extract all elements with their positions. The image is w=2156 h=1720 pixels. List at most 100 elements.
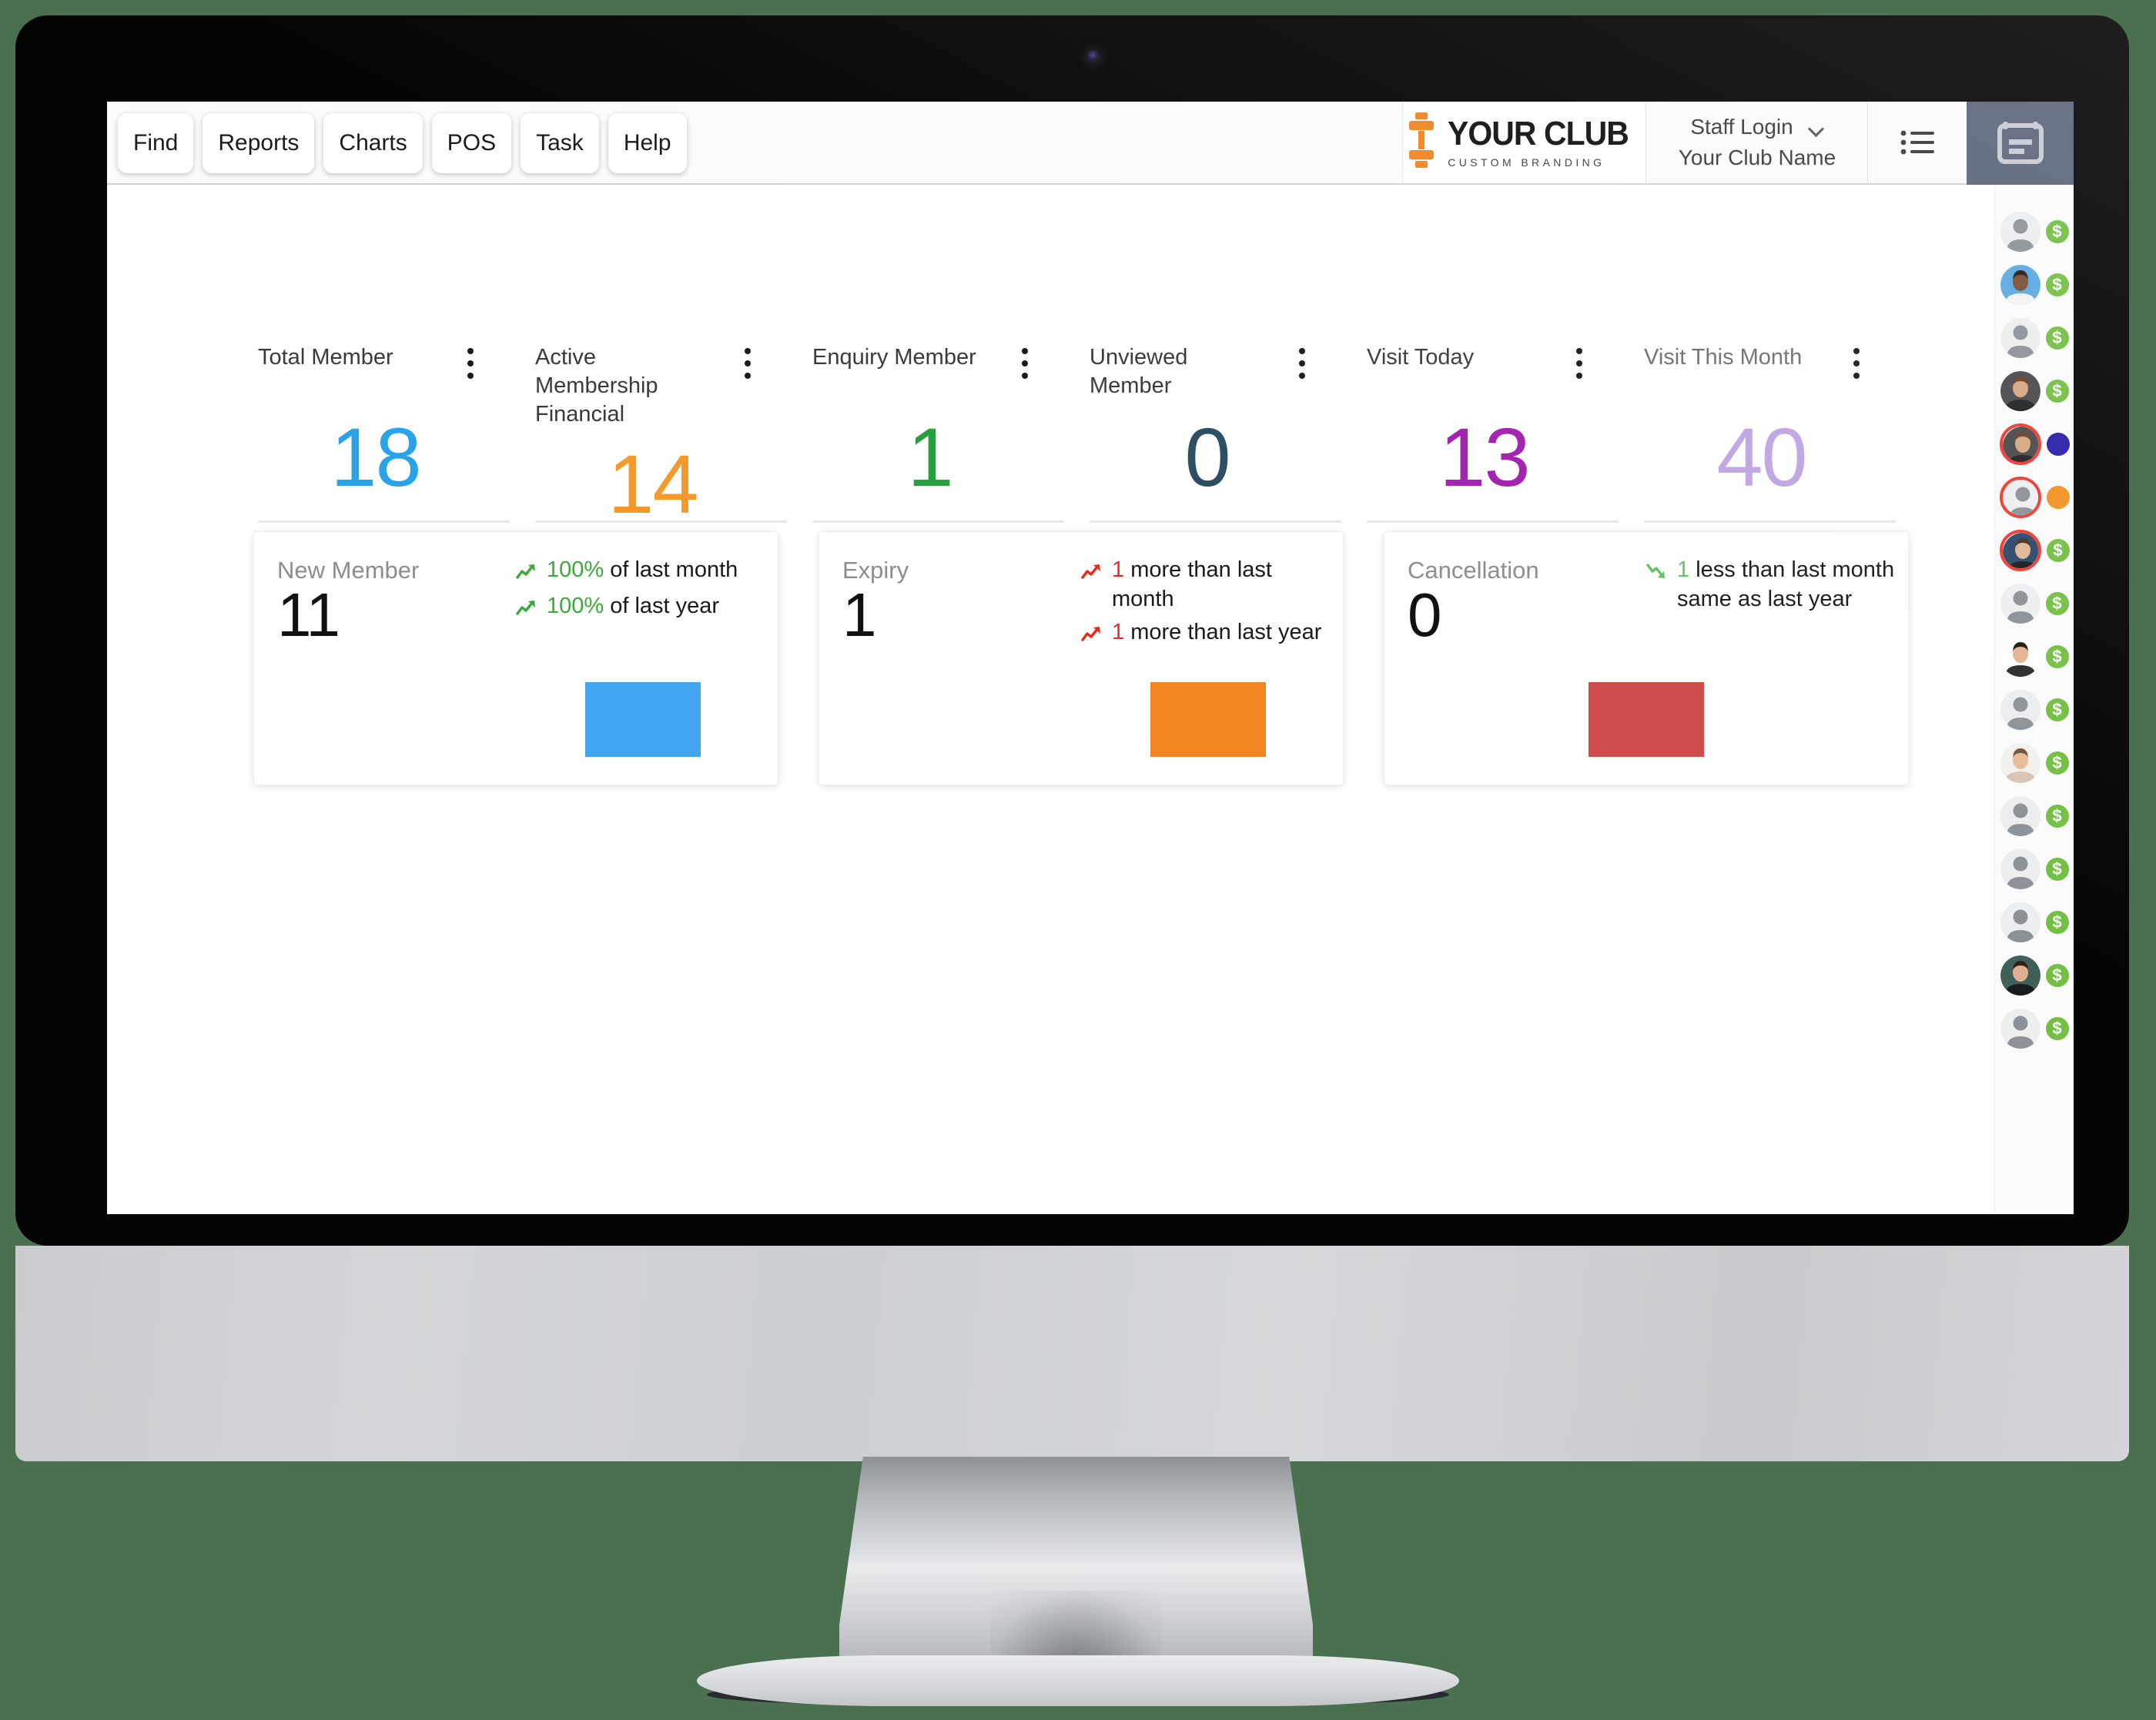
top-navigation-bar: Find Reports Charts POS Task Help YOUR CLUB C… xyxy=(107,102,2074,186)
dollar-badge-icon: $ xyxy=(2045,804,2069,828)
rail-member-item[interactable]: $ xyxy=(1995,683,2074,736)
avatar xyxy=(2000,742,2040,783)
metric-card-swatch xyxy=(1589,682,1704,757)
kpi-divider xyxy=(1090,520,1341,523)
kebab-menu-icon[interactable] xyxy=(1022,348,1028,385)
metric-card[interactable]: Expiry 1 1 more than last month 1 more than… xyxy=(819,531,1344,785)
nav-button-charts[interactable]: Charts xyxy=(323,113,423,173)
avatar xyxy=(2000,636,2040,677)
avatar xyxy=(2000,211,2040,252)
trend-number: 100% xyxy=(547,594,604,619)
trend-down-icon xyxy=(1646,559,1668,588)
badge-label: $ xyxy=(2052,221,2062,241)
avatar xyxy=(2000,370,2040,411)
metric-card-value: 0 xyxy=(1408,581,1441,649)
kpi-divider xyxy=(812,520,1064,523)
trend-text: 1 less than last month same as last year xyxy=(1677,555,1900,614)
nav-button-help[interactable]: Help xyxy=(608,113,687,173)
trend-line: 1 less than last month same as last year xyxy=(1646,555,1900,614)
status-dot-icon xyxy=(2046,485,2070,509)
trend-description: more than last year xyxy=(1124,619,1322,644)
calendar-icon xyxy=(1997,119,2044,169)
rail-member-item[interactable] xyxy=(1995,470,2074,524)
rail-member-item[interactable]: $ xyxy=(1995,364,2074,417)
trend-up-icon xyxy=(516,559,537,588)
avatar xyxy=(2000,955,2040,996)
trend-description: of last month xyxy=(604,557,738,582)
avatar xyxy=(1999,476,2041,518)
trend-line: 1 more than last month xyxy=(1081,555,1335,614)
avatar xyxy=(2000,848,2040,889)
avatar xyxy=(1999,423,2041,465)
trend-up-icon xyxy=(516,595,537,624)
rail-member-item[interactable] xyxy=(1995,417,2074,470)
rail-member-item[interactable]: $ xyxy=(1995,311,2074,364)
kebab-menu-icon[interactable] xyxy=(1576,348,1582,385)
kebab-menu-icon[interactable] xyxy=(1853,348,1860,385)
metric-card-value: 11 xyxy=(277,581,340,649)
dollar-badge-icon: $ xyxy=(2045,219,2069,243)
rail-member-item[interactable]: $ xyxy=(1995,630,2074,683)
kebab-menu-icon[interactable] xyxy=(467,348,474,385)
logo-title: YOUR CLUB xyxy=(1448,114,1629,152)
member-activity-rail[interactable]: $ $ $ $ $ $ $ $ $ $ $ $ $ $ xyxy=(1994,185,2074,1214)
rail-member-item[interactable]: $ xyxy=(1995,895,2074,949)
kpi-label: Total Member xyxy=(258,345,393,370)
nav-button-find[interactable]: Find xyxy=(118,113,194,173)
nav-button-task[interactable]: Task xyxy=(521,113,599,173)
rail-member-item[interactable]: $ xyxy=(1995,577,2074,630)
rail-member-item[interactable]: $ xyxy=(1995,524,2074,577)
rail-member-item[interactable]: $ xyxy=(1995,736,2074,789)
trend-line: 100% of last month xyxy=(516,555,770,588)
dollar-badge-icon: $ xyxy=(2045,963,2069,987)
list-menu-button[interactable] xyxy=(1868,102,1967,183)
rail-member-item[interactable]: $ xyxy=(1995,205,2074,258)
kpi-label: Unviewed Member xyxy=(1090,345,1188,399)
trend-description: less than last month same as last year xyxy=(1677,557,1895,612)
metric-card[interactable]: Cancellation 0 1 less than last month same… xyxy=(1384,531,1909,785)
kpi-value: 18 xyxy=(330,410,421,504)
kpi-divider xyxy=(1644,520,1896,523)
rail-member-item[interactable]: $ xyxy=(1995,1002,2074,1055)
dollar-badge-icon: $ xyxy=(2045,751,2069,775)
badge-label: $ xyxy=(2053,540,2063,560)
dollar-badge-icon: $ xyxy=(2045,379,2069,403)
trend-up-icon xyxy=(1081,621,1103,651)
monitor-stand-base xyxy=(697,1655,1459,1706)
badge-label: $ xyxy=(2052,805,2062,825)
kpi-card: Visit Today 13 xyxy=(1367,343,1644,526)
trend-line: 100% of last year xyxy=(516,591,770,624)
avatar xyxy=(2000,689,2040,730)
badge-label: $ xyxy=(2052,912,2062,932)
badge-label: $ xyxy=(2052,646,2062,666)
rail-member-item[interactable]: $ xyxy=(1995,789,2074,842)
nav-button-reports[interactable]: Reports xyxy=(203,113,315,173)
list-icon xyxy=(1900,129,1934,156)
kpi-label: Enquiry Member xyxy=(812,345,976,370)
dollar-badge-icon: $ xyxy=(2045,326,2069,350)
avatar xyxy=(2000,1008,2040,1049)
badge-label: $ xyxy=(2052,699,2062,719)
kpi-value: 0 xyxy=(1184,410,1230,504)
avatar xyxy=(1999,529,2041,571)
badge-label: $ xyxy=(2052,327,2062,347)
metric-card-trends: 100% of last month 100% of last year xyxy=(516,555,770,628)
nav-button-group: Find Reports Charts POS Task Help xyxy=(118,113,687,173)
calendar-button[interactable] xyxy=(1967,102,2074,186)
kpi-card: Total Member 18 xyxy=(258,343,535,526)
rail-member-item[interactable]: $ xyxy=(1995,842,2074,895)
rail-member-item[interactable]: $ xyxy=(1995,258,2074,311)
metric-card-value: 1 xyxy=(842,581,876,649)
staff-login-selector[interactable]: Staff Login Your Club Name xyxy=(1647,102,1868,183)
metric-card[interactable]: New Member 11 100% of last month 100% of la… xyxy=(253,531,778,785)
kebab-menu-icon[interactable] xyxy=(1299,348,1305,385)
rail-member-item[interactable]: $ xyxy=(1995,949,2074,1002)
metric-card-trends: 1 more than last month 1 more than last y… xyxy=(1081,555,1335,654)
trend-up-icon xyxy=(1081,559,1103,588)
kpi-card: Unviewed Member 0 xyxy=(1090,343,1367,526)
kebab-menu-icon[interactable] xyxy=(745,348,751,385)
avatar xyxy=(2000,264,2040,305)
nav-button-pos[interactable]: POS xyxy=(431,113,512,173)
trend-text: 1 more than last month xyxy=(1112,555,1335,614)
trend-number: 1 xyxy=(1677,557,1690,582)
